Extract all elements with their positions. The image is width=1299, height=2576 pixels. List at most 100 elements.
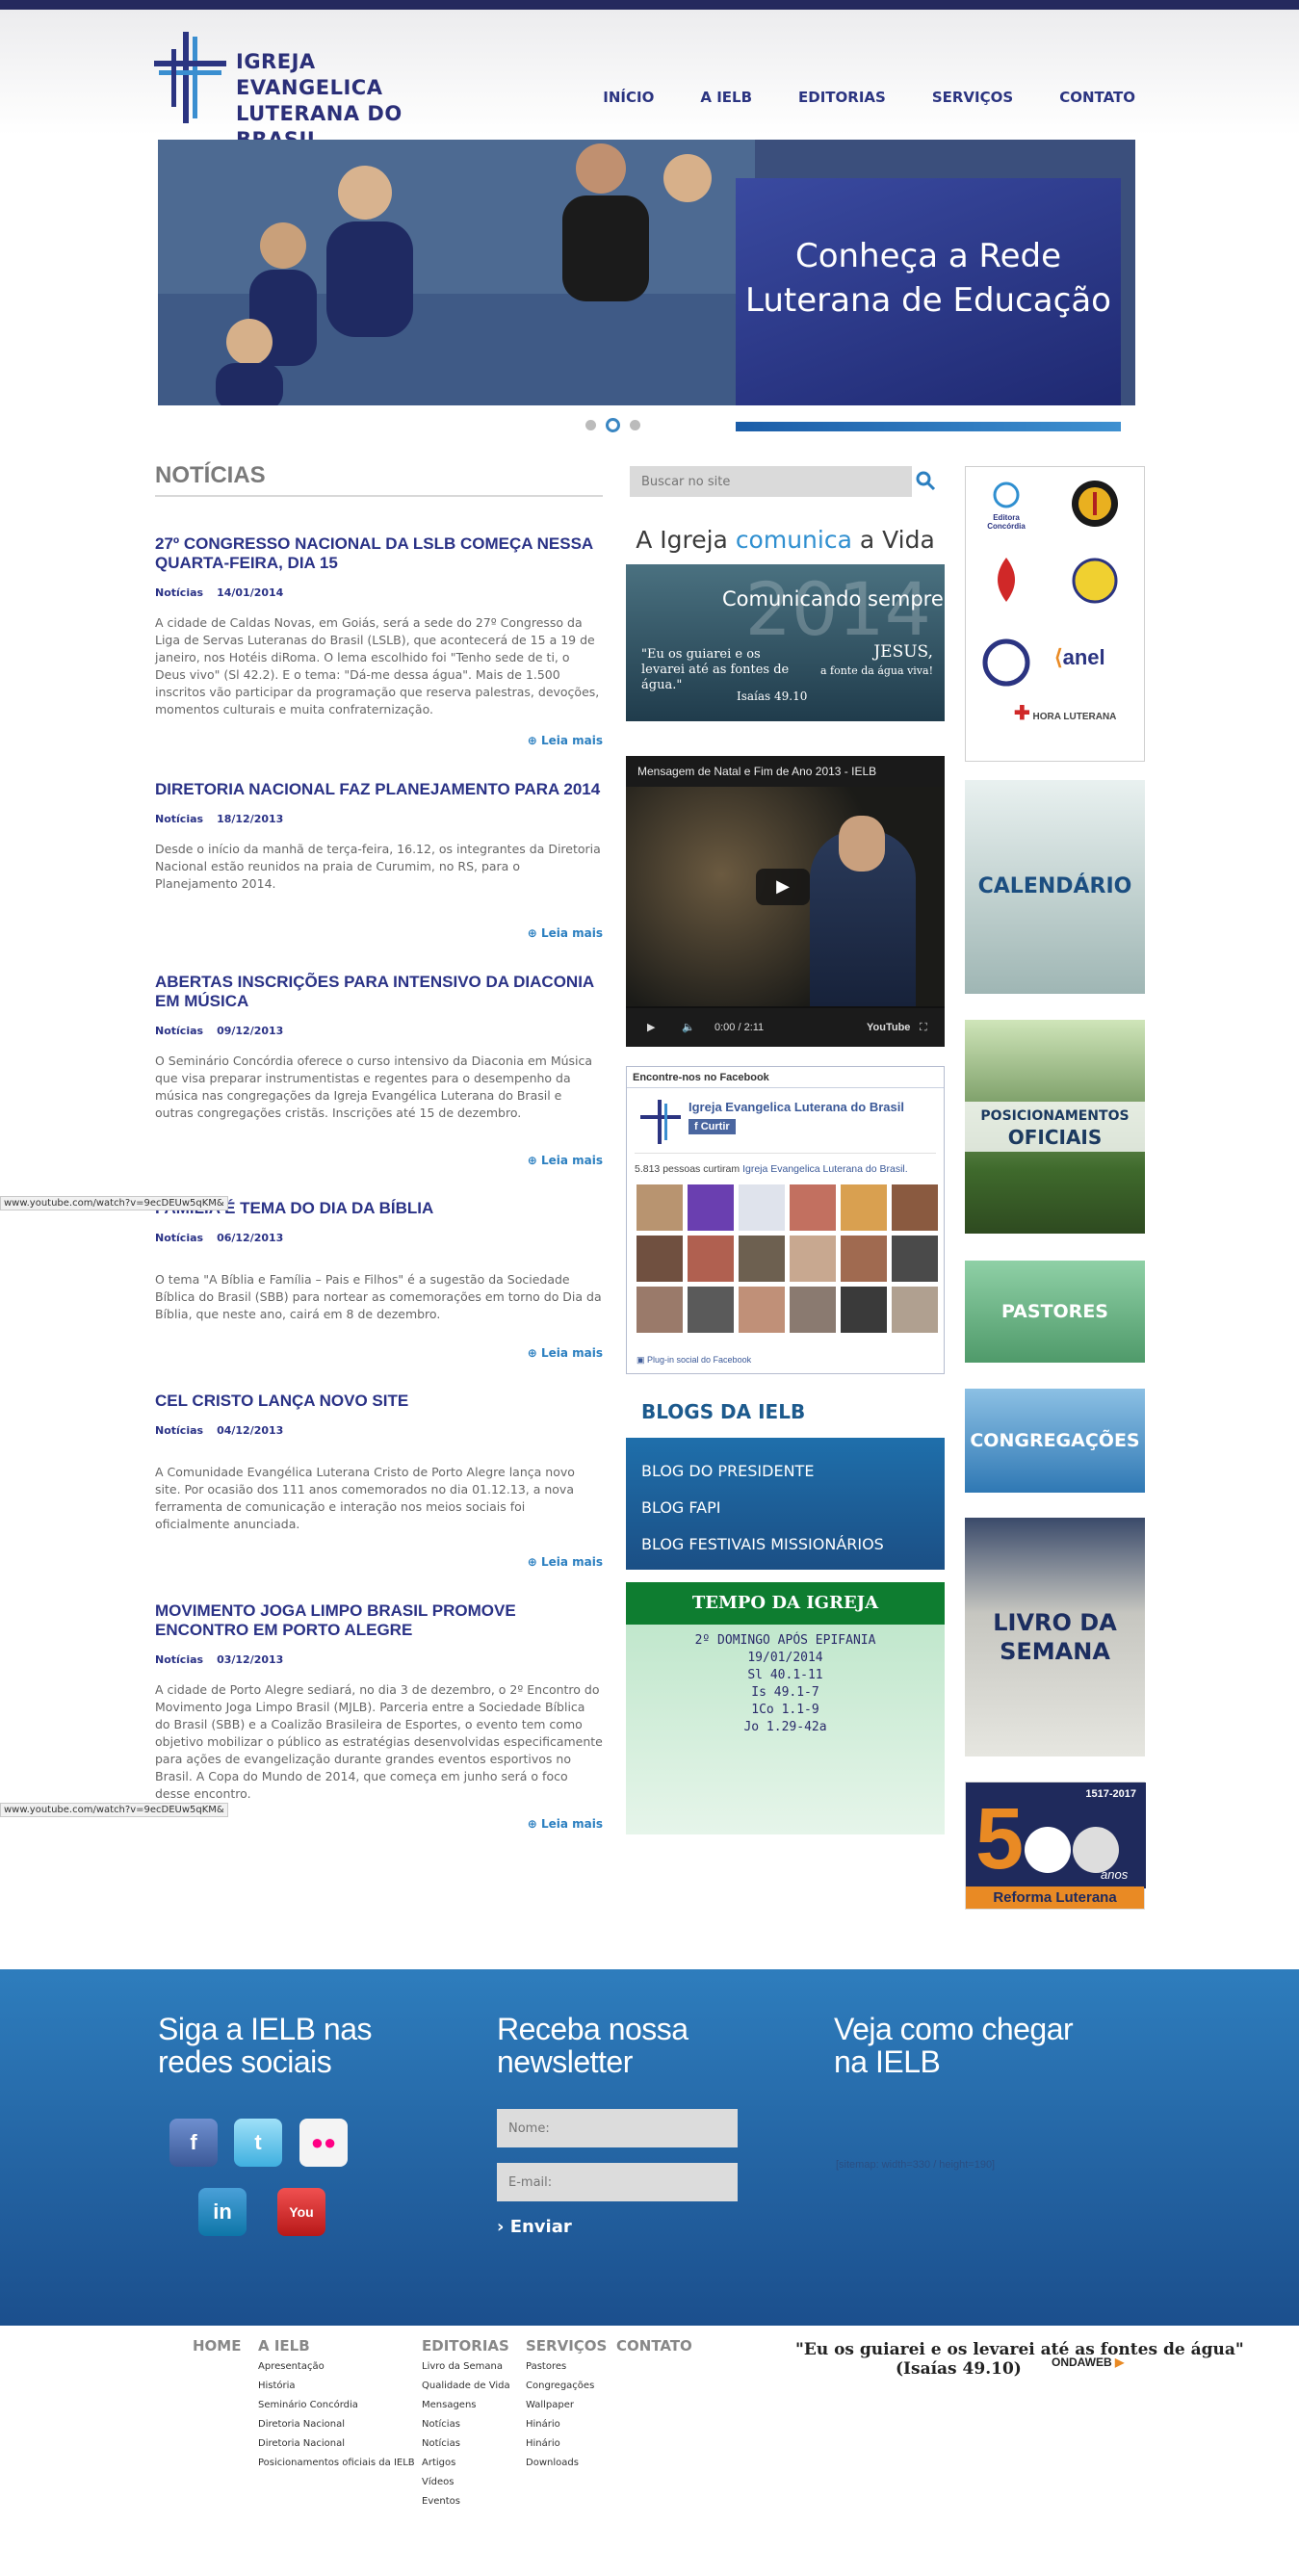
news-title[interactable]: MOVIMENTO JOGA LIMPO BRASIL PROMOVE ENCO… [155, 1601, 603, 1640]
nav-servicos[interactable]: SERVIÇOS [932, 89, 1013, 106]
nav-a-ielb[interactable]: A IELB [700, 89, 752, 106]
footer-nav-servicos[interactable]: SERVIÇOS [526, 2337, 607, 2355]
fan-avatar[interactable] [739, 1236, 785, 1282]
footer-nav-editorias[interactable]: EDITORIAS [422, 2337, 509, 2355]
news-category[interactable]: Notícias [155, 1653, 203, 1666]
video-title[interactable]: Mensagem de Natal e Fim de Ano 2013 - IE… [626, 756, 945, 787]
fan-avatar[interactable] [841, 1236, 887, 1282]
twitter-icon[interactable]: t [234, 2119, 282, 2167]
news-category[interactable]: Notícias [155, 1025, 203, 1037]
congregations-tile[interactable]: CONGREGAÇÕES [965, 1389, 1145, 1493]
pastors-tile[interactable]: PASTORES [965, 1261, 1145, 1363]
footer-nav-home[interactable]: HOME [193, 2337, 241, 2355]
news-category[interactable]: Notícias [155, 1424, 203, 1437]
partner-seminario-icon[interactable] [979, 636, 1033, 690]
facebook-page-name[interactable]: Igreja Evangelica Luterana do Brasil [688, 1100, 904, 1114]
book-of-week-tile[interactable]: LIVRO DA SEMANA [965, 1518, 1145, 1756]
nav-contato[interactable]: CONTATO [1059, 89, 1135, 106]
fan-avatar[interactable] [841, 1287, 887, 1333]
fullscreen-icon[interactable]: ⛶ [920, 1008, 927, 1047]
blog-link-festivais[interactable]: BLOG FESTIVAIS MISSIONÁRIOS [641, 1526, 945, 1563]
page-avatar[interactable] [638, 1098, 683, 1146]
footer-link[interactable]: Hinário [526, 2434, 594, 2454]
play-icon[interactable]: ▶ [756, 869, 810, 905]
slide-dot-2[interactable] [606, 418, 620, 432]
read-more-link[interactable]: ⊕ Leia mais [528, 1346, 603, 1360]
news-title[interactable]: ABERTAS INSCRIÇÕES PARA INTENSIVO DA DIA… [155, 973, 603, 1011]
partner-seal-icon[interactable] [1068, 554, 1122, 608]
news-category[interactable]: Notícias [155, 1232, 203, 1244]
fan-avatar[interactable] [688, 1236, 734, 1282]
partner-anel[interactable]: ⟨anel [1054, 645, 1136, 699]
footer-link[interactable]: Eventos [422, 2492, 510, 2511]
fan-avatar[interactable] [790, 1236, 836, 1282]
linkedin-icon[interactable]: in [198, 2188, 247, 2236]
read-more-link[interactable]: ⊕ Leia mais [528, 1555, 603, 1569]
partner-emblem-icon[interactable] [1068, 477, 1122, 531]
map-placeholder[interactable]: [sitemap: width=330 / height=190] [836, 2159, 995, 2171]
partner-concordia[interactable]: Editora Concórdia [979, 481, 1033, 534]
blog-link-presidente[interactable]: BLOG DO PRESIDENTE [641, 1453, 945, 1490]
fan-avatar[interactable] [841, 1184, 887, 1231]
hero-slider[interactable]: Conheça a Rede Luterana de Educação [158, 140, 1135, 405]
footer-nav-ielb[interactable]: A IELB [258, 2337, 310, 2355]
campaign-banner[interactable]: A Igreja comunica a Vida 2014 Comunicand… [626, 518, 945, 721]
fan-avatar[interactable] [790, 1184, 836, 1231]
slide-dot-3[interactable] [630, 420, 640, 430]
slide-dot-1[interactable] [585, 420, 596, 430]
facebook-plugin-label[interactable]: ▣ Plug-in social do Facebook [637, 1355, 751, 1366]
fan-avatar[interactable] [637, 1184, 683, 1231]
footer-link[interactable]: Mensagens [422, 2396, 510, 2415]
youtube-icon[interactable]: You [277, 2188, 325, 2236]
read-more-link[interactable]: ⊕ Leia mais [528, 1154, 603, 1167]
flickr-icon[interactable]: ●● [299, 2119, 348, 2167]
send-button[interactable]: › Enviar [497, 2217, 572, 2237]
fan-avatar[interactable] [637, 1236, 683, 1282]
footer-link[interactable]: Seminário Concórdia [258, 2396, 415, 2415]
footer-link[interactable]: Wallpaper [526, 2396, 594, 2415]
fan-avatar[interactable] [892, 1287, 938, 1333]
footer-link[interactable]: História [258, 2377, 415, 2396]
fan-avatar[interactable] [688, 1287, 734, 1333]
news-category[interactable]: Notícias [155, 586, 203, 599]
youtube-player[interactable]: Mensagem de Natal e Fim de Ano 2013 - IE… [626, 756, 945, 1047]
footer-link[interactable]: Notícias [422, 2434, 510, 2454]
search-input[interactable] [630, 466, 912, 497]
play-control-icon[interactable]: ▶ [647, 1008, 655, 1047]
footer-link[interactable]: Apresentação [258, 2357, 415, 2377]
fan-avatar[interactable] [892, 1184, 938, 1231]
footer-link[interactable]: Artigos [422, 2454, 510, 2473]
footer-link[interactable]: Qualidade de Vida [422, 2377, 510, 2396]
name-field[interactable] [497, 2109, 738, 2147]
footer-link[interactable]: Vídeos [422, 2473, 510, 2492]
news-title[interactable]: DIRETORIA NACIONAL FAZ PLANEJAMENTO PARA… [155, 780, 603, 799]
footer-link[interactable]: Livro da Semana [422, 2357, 510, 2377]
facebook-icon[interactable]: f [169, 2119, 218, 2167]
volume-icon[interactable]: 🔈 [682, 1008, 695, 1047]
footer-link[interactable]: Diretoria Nacional [258, 2415, 415, 2434]
footer-link[interactable]: Posicionamentos oficiais da IELB [258, 2454, 415, 2473]
fan-avatar[interactable] [739, 1287, 785, 1333]
search-icon[interactable] [915, 470, 936, 491]
nav-inicio[interactable]: INÍCIO [603, 89, 654, 106]
fan-avatar[interactable] [739, 1184, 785, 1231]
positions-tile[interactable]: POSICIONAMENTOS OFICIAIS [965, 1020, 1145, 1234]
footer-link[interactable]: Hinário [526, 2415, 594, 2434]
footer-link[interactable]: Diretoria Nacional [258, 2434, 415, 2454]
calendar-tile[interactable]: CALENDÁRIO [965, 780, 1145, 994]
news-title[interactable]: CEL CRISTO LANÇA NOVO SITE [155, 1392, 603, 1411]
read-more-link[interactable]: ⊕ Leia mais [528, 926, 603, 940]
read-more-link[interactable]: ⊕ Leia mais [528, 1817, 603, 1831]
reformation-tile[interactable]: 1517-2017 5 anos Reforma Luterana [965, 1782, 1146, 1910]
site-logo[interactable]: IGREJA EVANGELICALUTERANA DO BRASIL [154, 32, 462, 151]
blog-link-fapi[interactable]: BLOG FAPI [641, 1490, 945, 1526]
youtube-logo[interactable]: YouTube [867, 1008, 910, 1047]
email-field[interactable] [497, 2163, 738, 2201]
footer-link[interactable]: Pastores [526, 2357, 594, 2377]
nav-editorias[interactable]: EDITORIAS [798, 89, 886, 106]
news-category[interactable]: Notícias [155, 813, 203, 825]
fan-avatar[interactable] [892, 1236, 938, 1282]
partner-hora-luterana[interactable]: ✚ HORA LUTERANA [1014, 704, 1120, 762]
fan-avatar[interactable] [790, 1287, 836, 1333]
footer-nav-contato[interactable]: CONTATO [616, 2337, 692, 2355]
